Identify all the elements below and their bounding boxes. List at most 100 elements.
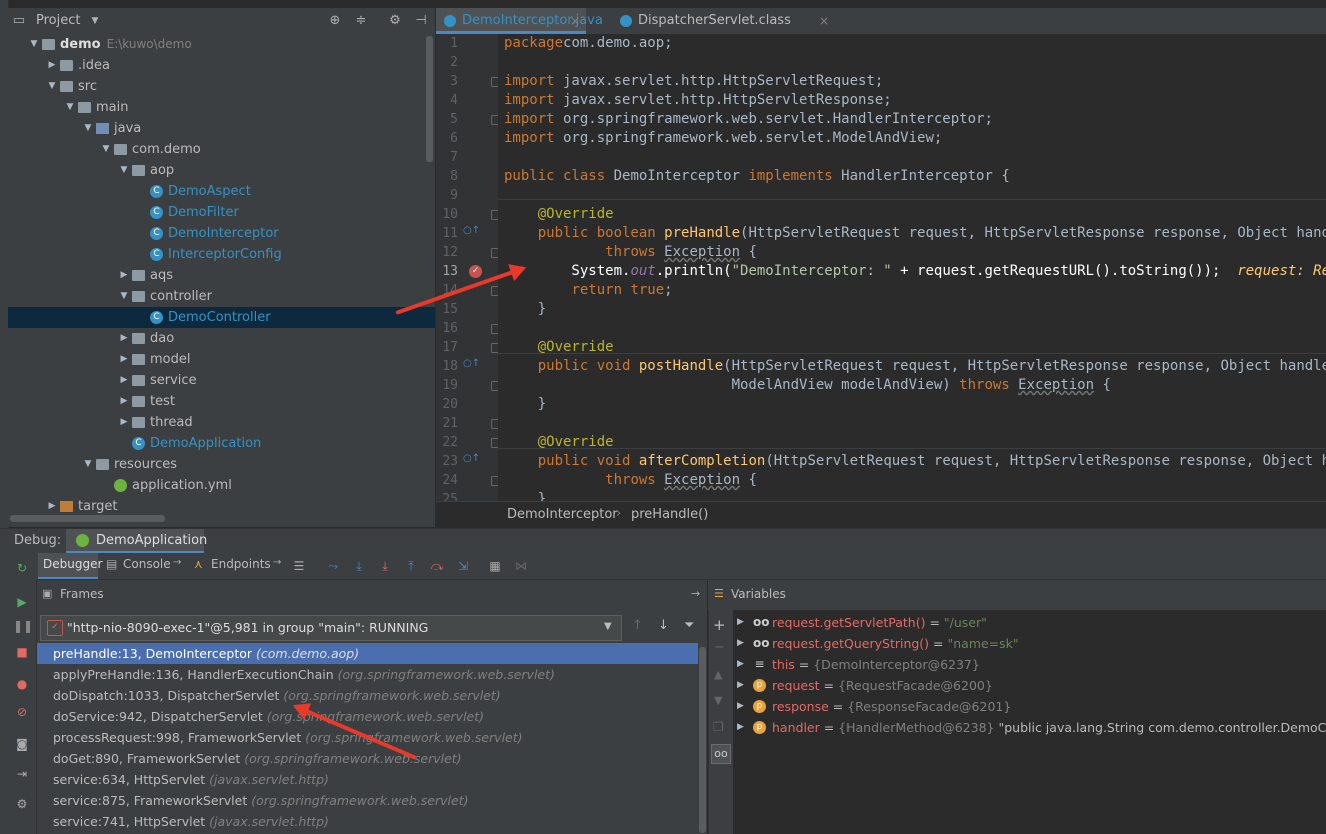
code-line[interactable]: public void postHandle(HttpServletReques… [504, 357, 1326, 376]
chevron-right-icon[interactable]: ▶ [737, 696, 744, 717]
close-icon[interactable]: × [819, 8, 829, 34]
chevron-down-icon[interactable]: ▼ [47, 76, 57, 97]
variable-row[interactable]: ▶ p request = {RequestFacade@6200} [733, 675, 1326, 696]
tree-item[interactable]: ▼ controller [8, 286, 435, 307]
chevron-right-icon[interactable]: ▶ [47, 496, 57, 517]
move-down-icon[interactable]: ▼ [714, 694, 722, 707]
gear-icon[interactable]: ⚙ [13, 795, 31, 813]
breakpoint-icon[interactable]: ✓ [469, 265, 482, 278]
tree-item[interactable]: ▼ aop [8, 160, 435, 181]
frame-row[interactable]: service:741, HttpServlet (javax.servlet.… [37, 811, 707, 832]
add-watch-icon[interactable]: + [713, 616, 726, 634]
variable-row[interactable]: ▶ oo request.getQueryString() = "name=sk" [733, 633, 1326, 654]
camera-icon[interactable]: ◙ [13, 735, 31, 753]
chevron-right-icon[interactable]: ▶ [119, 349, 129, 370]
tree-item[interactable]: ▼ java [8, 118, 435, 139]
breadcrumb-method[interactable]: preHandle() [631, 507, 708, 522]
chevron-right-icon[interactable]: ▶ [119, 328, 129, 349]
code-line[interactable]: import javax.servlet.http.HttpServletRes… [504, 91, 892, 110]
chevron-right-icon[interactable]: ▶ [47, 55, 57, 76]
code-line[interactable]: return true; [504, 281, 672, 300]
tree-horizontal-scrollbar[interactable] [10, 515, 165, 522]
tree-item[interactable]: C DemoController [8, 307, 435, 328]
menu-icon[interactable]: ☰ [290, 557, 308, 575]
gear-icon[interactable]: ⚙ [386, 12, 404, 30]
tree-item[interactable]: ▼ resources [8, 454, 435, 475]
frame-row[interactable]: preHandle:13, DemoInterceptor (com.demo.… [37, 643, 707, 664]
close-icon[interactable]: × [570, 8, 580, 34]
code-line[interactable]: throws Exception { [504, 471, 757, 490]
evaluate-icon[interactable]: ▦ [486, 557, 504, 575]
override-icon[interactable]: ○↑ [463, 358, 480, 369]
chevron-right-icon[interactable]: ▶ [119, 391, 129, 412]
tree-item[interactable]: ▶ aqs [8, 265, 435, 286]
tab-endpoints[interactable]: ⋏ Endpoints → [192, 553, 288, 579]
override-icon[interactable]: ○↑ [463, 225, 480, 236]
previous-frame-icon[interactable]: ↑ [632, 618, 643, 633]
show-execution-point-icon[interactable]: ⤳ [324, 557, 342, 575]
tree-item[interactable]: C InterceptorConfig [8, 244, 435, 265]
variable-row[interactable]: ▶ p response = {ResponseFacade@6201} [733, 696, 1326, 717]
filter-icon[interactable]: ⏷ [684, 618, 694, 633]
tree-item[interactable]: C DemoInterceptor [8, 223, 435, 244]
tree-item[interactable]: C DemoAspect [8, 181, 435, 202]
frame-row[interactable]: service:875, FrameworkServlet (org.sprin… [37, 790, 707, 811]
tree-item[interactable]: C DemoFilter [8, 202, 435, 223]
code-line[interactable]: import org.springframework.web.servlet.M… [504, 129, 942, 148]
code-line[interactable]: } [504, 395, 546, 414]
hide-icon[interactable]: ⊣ [412, 12, 430, 30]
next-frame-icon[interactable]: ↓ [658, 618, 669, 633]
chevron-right-icon[interactable]: ▶ [737, 633, 744, 654]
code-line[interactable]: public boolean preHandle(HttpServletRequ… [504, 224, 1326, 243]
chevron-right-icon[interactable]: ▶ [737, 612, 744, 633]
restore-layout-icon[interactable]: ⇥ [13, 765, 31, 783]
step-into-icon[interactable]: ⤓ [376, 557, 394, 575]
rerun-icon[interactable]: ↻ [13, 559, 31, 577]
chevron-down-icon[interactable]: ▼ [83, 454, 93, 475]
code-line[interactable]: ModelAndView modelAndView) throws Except… [504, 376, 1111, 395]
move-up-icon[interactable]: ▲ [714, 668, 722, 681]
code-line[interactable]: } [504, 300, 546, 319]
chevron-right-icon[interactable]: ▶ [119, 412, 129, 433]
code-line[interactable]: import javax.servlet.http.HttpServletReq… [504, 72, 883, 91]
tree-item[interactable]: ▶ .idea [8, 55, 435, 76]
tree-item[interactable]: C DemoApplication [8, 433, 435, 454]
resume-icon[interactable]: ▶ [13, 593, 31, 611]
step-over-icon[interactable]: ⤓ [350, 557, 368, 575]
chevron-right-icon[interactable]: ▶ [119, 265, 129, 286]
debug-config-tab[interactable]: DemoApplication [66, 529, 207, 553]
frame-row[interactable]: doDispatch:1033, DispatcherServlet (org.… [37, 685, 707, 706]
code-line[interactable]: throws Exception { [504, 243, 757, 262]
tab-demointerceptor[interactable]: DemoInterceptor.java × [436, 8, 603, 34]
view-breakpoints-icon[interactable]: ● [13, 675, 31, 693]
variable-row[interactable]: ▶ oo request.getServletPath() = "/user" [733, 612, 1326, 633]
variable-row[interactable]: ▶ ≡ this = {DemoInterceptor@6237} [733, 654, 1326, 675]
tree-item[interactable]: application.yml [8, 475, 435, 496]
run-to-cursor-icon[interactable]: ⇲ [454, 557, 472, 575]
code-editor[interactable]: packagecom.demo.aop; import javax.servlet… [498, 34, 1326, 501]
copy-icon[interactable]: ❐ [713, 720, 724, 734]
tree-item[interactable]: ▶ service [8, 370, 435, 391]
code-line[interactable]: @Override [504, 338, 614, 357]
tab-console[interactable]: ▤ Console → [104, 553, 186, 579]
frame-row[interactable]: doGet:890, FrameworkServlet (org.springf… [37, 748, 707, 769]
chevron-right-icon[interactable]: ▶ [737, 717, 744, 738]
mute-breakpoints-icon[interactable]: ⊘ [13, 703, 31, 721]
watches-toggle-icon[interactable]: oo [711, 744, 731, 764]
variable-row[interactable]: ▶ p handler = {HandlerMethod@6238} "public… [733, 717, 1326, 738]
remove-watch-icon[interactable]: − [714, 640, 725, 655]
scrollbar-thumb[interactable] [699, 647, 706, 833]
frames-scrollbar[interactable] [698, 643, 707, 834]
tree-item[interactable]: ▶ target [8, 496, 435, 517]
step-out-icon[interactable]: ⤒ [402, 557, 420, 575]
chevron-down-icon[interactable]: ▼ [119, 286, 129, 307]
tree-item[interactable]: ▶ model [8, 349, 435, 370]
code-line[interactable]: } [504, 490, 546, 501]
tree-item[interactable]: ▼ demo E:\kuwo\demo [8, 34, 435, 55]
code-line[interactable]: System.out.println("DemoInterceptor: " +… [504, 262, 1326, 281]
chevron-down-icon[interactable]: ▼ [29, 34, 39, 55]
chevron-down-icon[interactable]: ▼ [65, 97, 75, 118]
tree-item[interactable]: ▼ com.demo [8, 139, 435, 160]
project-panel-title[interactable]: Project [36, 13, 80, 28]
code-line[interactable]: import org.springframework.web.servlet.H… [504, 110, 993, 129]
